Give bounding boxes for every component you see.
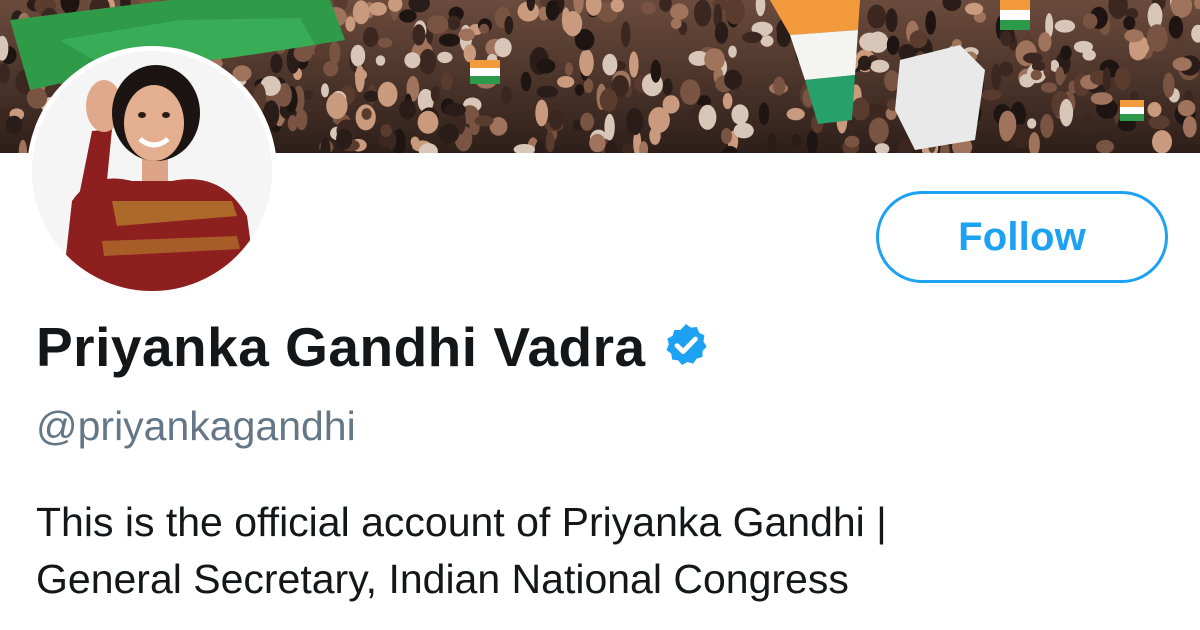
bio-line: This is the official account of Priyanka… — [36, 499, 887, 545]
profile-bio: This is the official account of Priyanka… — [36, 494, 1156, 608]
display-name: Priyanka Gandhi Vadra — [36, 316, 646, 378]
name-row: Priyanka Gandhi Vadra — [36, 312, 710, 382]
verified-badge-icon — [662, 321, 710, 369]
avatar-photo — [32, 51, 272, 291]
bio-line: General Secretary, Indian National Congr… — [36, 556, 849, 602]
profile-avatar[interactable] — [27, 46, 277, 296]
user-handle[interactable]: @priyankagandhi — [36, 403, 356, 450]
profile-card: Follow Priyanka Gandhi Vadra @priyankaga… — [0, 0, 1200, 630]
follow-button[interactable]: Follow — [876, 191, 1168, 283]
